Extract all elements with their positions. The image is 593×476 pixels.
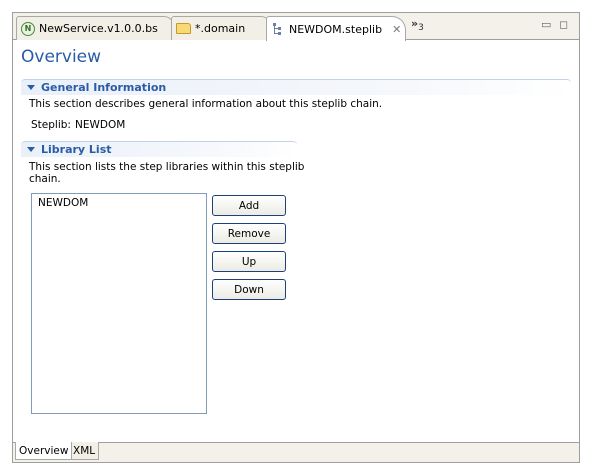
library-listbox[interactable]: NEWDOM bbox=[31, 193, 207, 414]
tab-overflow-count: 3 bbox=[418, 23, 424, 34]
maximize-icon[interactable]: ◻ bbox=[559, 18, 568, 31]
down-button[interactable]: Down bbox=[212, 279, 286, 300]
collapse-triangle-icon bbox=[27, 147, 35, 152]
tab-overflow-button[interactable]: »3 bbox=[411, 17, 424, 33]
service-n-icon: N bbox=[21, 21, 35, 36]
list-item[interactable]: NEWDOM bbox=[32, 194, 206, 212]
close-icon[interactable]: ✕ bbox=[392, 23, 401, 36]
add-button[interactable]: Add bbox=[212, 195, 286, 216]
page-title: Overview bbox=[21, 47, 102, 67]
remove-button[interactable]: Remove bbox=[212, 223, 286, 244]
minimize-icon[interactable]: ▭ bbox=[541, 18, 551, 31]
steplib-label: Steplib: bbox=[31, 119, 71, 131]
tab-steplib[interactable]: NEWDOM.steplib ✕ bbox=[266, 16, 406, 41]
editor-tab-bar: N NewService.v1.0.0.bs *.domain NEWDOM.s… bbox=[13, 13, 579, 41]
library-list-description-line1: This section lists the step libraries wi… bbox=[29, 161, 305, 173]
tab-newservice[interactable]: N NewService.v1.0.0.bs bbox=[16, 16, 174, 40]
tab-overview[interactable]: Overview bbox=[15, 442, 73, 460]
general-information-description: This section describes general informati… bbox=[29, 98, 383, 110]
tab-steplib-label: NEWDOM.steplib bbox=[289, 22, 383, 36]
collapse-triangle-icon bbox=[27, 85, 35, 90]
library-list-description-line2: chain. bbox=[29, 173, 61, 185]
tab-domain[interactable]: *.domain bbox=[171, 16, 271, 40]
tab-domain-label: *.domain bbox=[195, 22, 246, 35]
general-information-title: General Information bbox=[41, 81, 167, 94]
library-list-title: Library List bbox=[41, 143, 112, 156]
library-list-header[interactable]: Library List bbox=[21, 141, 297, 157]
up-button[interactable]: Up bbox=[212, 251, 286, 272]
steplib-tree-icon bbox=[273, 23, 281, 35]
editor-page-tabs: Overview XML bbox=[13, 442, 579, 462]
editor-window: N NewService.v1.0.0.bs *.domain NEWDOM.s… bbox=[12, 12, 580, 463]
steplib-value: NEWDOM bbox=[75, 119, 126, 131]
folder-icon bbox=[176, 23, 191, 34]
general-information-header[interactable]: General Information bbox=[21, 79, 571, 95]
tab-xml[interactable]: XML bbox=[69, 442, 100, 460]
tab-newservice-label: NewService.v1.0.0.bs bbox=[39, 22, 158, 35]
